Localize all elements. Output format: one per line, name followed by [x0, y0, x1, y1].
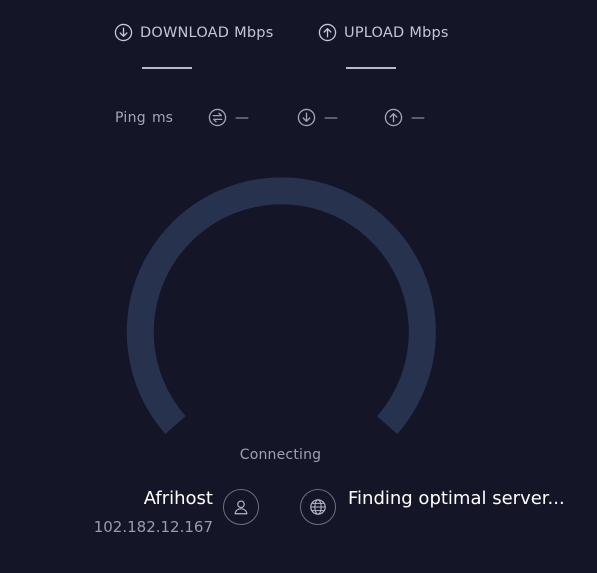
- connection-status: Connecting: [239, 447, 322, 463]
- user-icon: [223, 489, 259, 525]
- isp-name: Afrihost: [143, 488, 213, 509]
- gauge-track: [126, 177, 436, 435]
- server-status: Finding optimal server...: [348, 488, 565, 509]
- speedtest-panel: DOWNLOAD Mbps UPLOAD Mbps Ping ms — — — …: [0, 0, 597, 573]
- globe-icon: [300, 489, 336, 525]
- ip-address: 102.182.12.167: [93, 518, 213, 536]
